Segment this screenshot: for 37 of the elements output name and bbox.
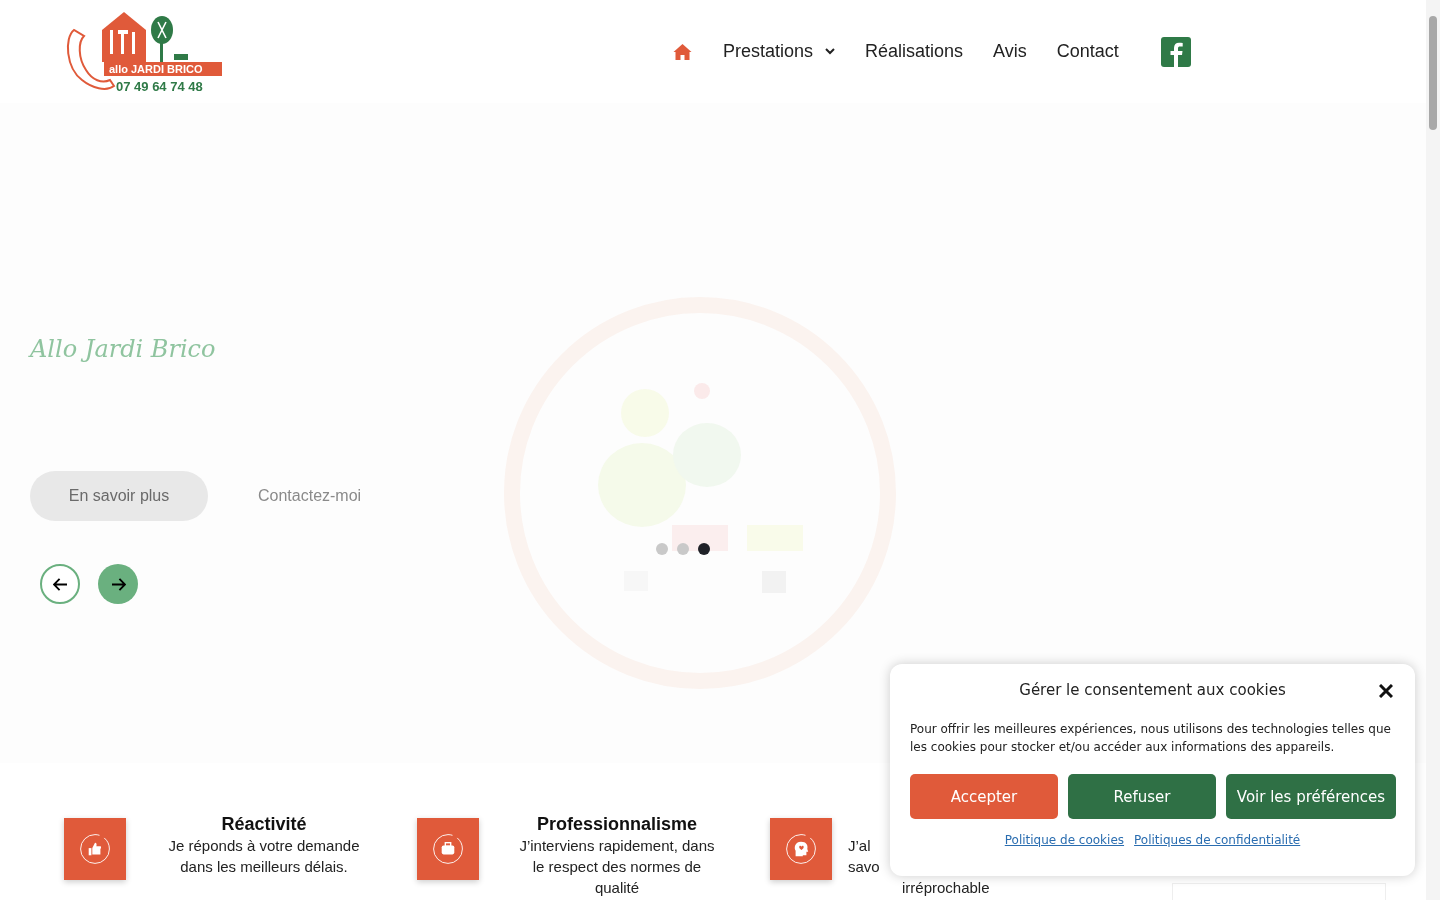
nav-link[interactable]: Contact <box>1056 41 1119 62</box>
facebook-icon[interactable] <box>1160 36 1191 67</box>
feature-text: irréprochable <box>901 878 990 898</box>
feature-icon <box>64 818 126 880</box>
nav-link[interactable]: Avis <box>993 41 1027 62</box>
feature-title: Professionnalisme <box>535 813 699 835</box>
next-button[interactable] <box>98 564 138 604</box>
dialog-title: Gérer le consentement aux cookies <box>1018 681 1287 699</box>
close-icon[interactable] <box>1379 684 1393 698</box>
nav-link[interactable]: Prestations <box>723 41 836 62</box>
dialog-text: Pour offrir les meilleures expériences, nous utilisons des technologies telles que les cookies pour stocker et/ou accéder aux informations des appareils. <box>910 721 1392 756</box>
feature-text: dans les meilleurs délais. <box>179 857 349 877</box>
policy-link[interactable]: Politiques de confidentialité <box>1134 833 1301 847</box>
slide-dot[interactable] <box>656 543 668 555</box>
policy-link[interactable]: Politique de cookies <box>1004 833 1125 847</box>
consent-button[interactable]: Accepter <box>910 774 1058 819</box>
feature-text: J’interviens rapidement, dans <box>518 836 716 856</box>
feature-title: Réactivité <box>220 813 308 835</box>
contact-link[interactable]: Contactez-moi <box>258 487 362 505</box>
home-icon[interactable] <box>672 42 693 61</box>
logo[interactable]: allo JARDI BRICO 07 49 64 74 48 <box>62 7 222 98</box>
feature-text: savo <box>847 857 880 877</box>
arrow-right-icon <box>110 577 126 591</box>
feature-icon <box>770 818 832 880</box>
feature-text: qualité <box>593 878 641 898</box>
previous-button[interactable] <box>40 564 80 604</box>
consent-button[interactable]: Voir les préférences <box>1226 774 1396 819</box>
arrow-left-icon <box>52 577 68 591</box>
learn-more-button[interactable]: En savoir plus <box>30 471 208 521</box>
consent-button[interactable]: Refuser <box>1068 774 1216 819</box>
feature-text: Je réponds à votre demande <box>167 836 361 856</box>
feature-text: le respect des normes de <box>531 857 703 877</box>
hero-title: Allo Jardi Brico <box>30 335 216 365</box>
feature-icon <box>417 818 479 880</box>
nav-link[interactable]: Réalisations <box>865 41 964 62</box>
scrollbar[interactable] <box>1426 0 1440 900</box>
feature-text: J’al <box>847 836 871 856</box>
